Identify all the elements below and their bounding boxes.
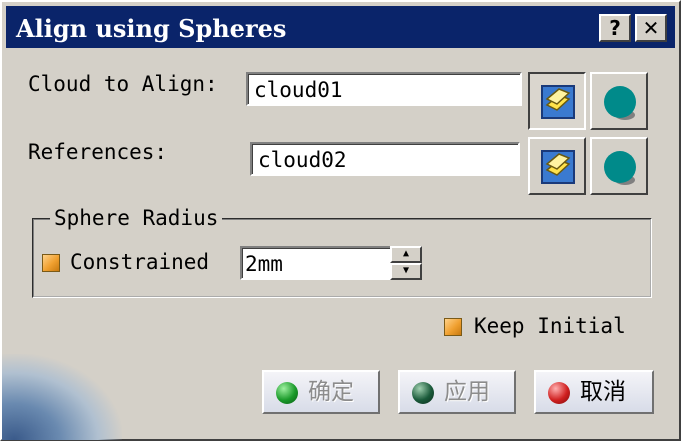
sphere-radius-legend: Sphere Radius	[50, 206, 223, 230]
apply-ball-icon	[412, 382, 434, 404]
cloud-to-align-list-button[interactable]	[528, 72, 586, 130]
apply-button[interactable]: 应用	[398, 370, 516, 414]
references-sphere-button[interactable]	[590, 137, 648, 195]
title-bar[interactable]: Align using Spheres ? ✕	[6, 6, 675, 48]
cloud-to-align-label: Cloud to Align:	[28, 72, 218, 96]
cloud-to-align-field[interactable]: cloud01	[246, 72, 522, 106]
ok-button[interactable]: 确定	[262, 370, 380, 414]
keep-initial-label: Keep Initial	[474, 314, 626, 338]
apply-button-label: 应用	[444, 379, 490, 405]
constrained-label: Constrained	[70, 250, 210, 274]
references-list-button[interactable]	[528, 137, 586, 195]
decorative-globe-graphic	[2, 354, 122, 440]
dialog-title: Align using Spheres	[16, 14, 287, 43]
help-button[interactable]: ?	[599, 14, 631, 42]
cancel-button[interactable]: 取消	[534, 370, 654, 414]
ok-button-label: 确定	[308, 379, 354, 405]
spin-down-icon[interactable]: ▼	[390, 263, 422, 280]
sphere-radius-input[interactable]: 2mm	[240, 246, 392, 280]
cloud-to-align-sphere-button[interactable]	[590, 72, 648, 130]
constrained-checkbox[interactable]	[42, 254, 60, 272]
align-using-spheres-dialog: Align using Spheres ? ✕ Cloud to Align: …	[0, 0, 681, 441]
references-label: References:	[28, 140, 168, 164]
keep-initial-checkbox[interactable]	[444, 318, 462, 336]
spin-up-icon[interactable]: ▲	[390, 246, 422, 263]
cancel-button-label: 取消	[580, 379, 626, 405]
close-button[interactable]: ✕	[635, 14, 667, 42]
sphere-radius-stepper[interactable]: ▲ ▼	[390, 246, 422, 280]
cancel-ball-icon	[548, 382, 570, 404]
references-field[interactable]: cloud02	[250, 142, 520, 176]
ok-ball-icon	[276, 382, 298, 404]
